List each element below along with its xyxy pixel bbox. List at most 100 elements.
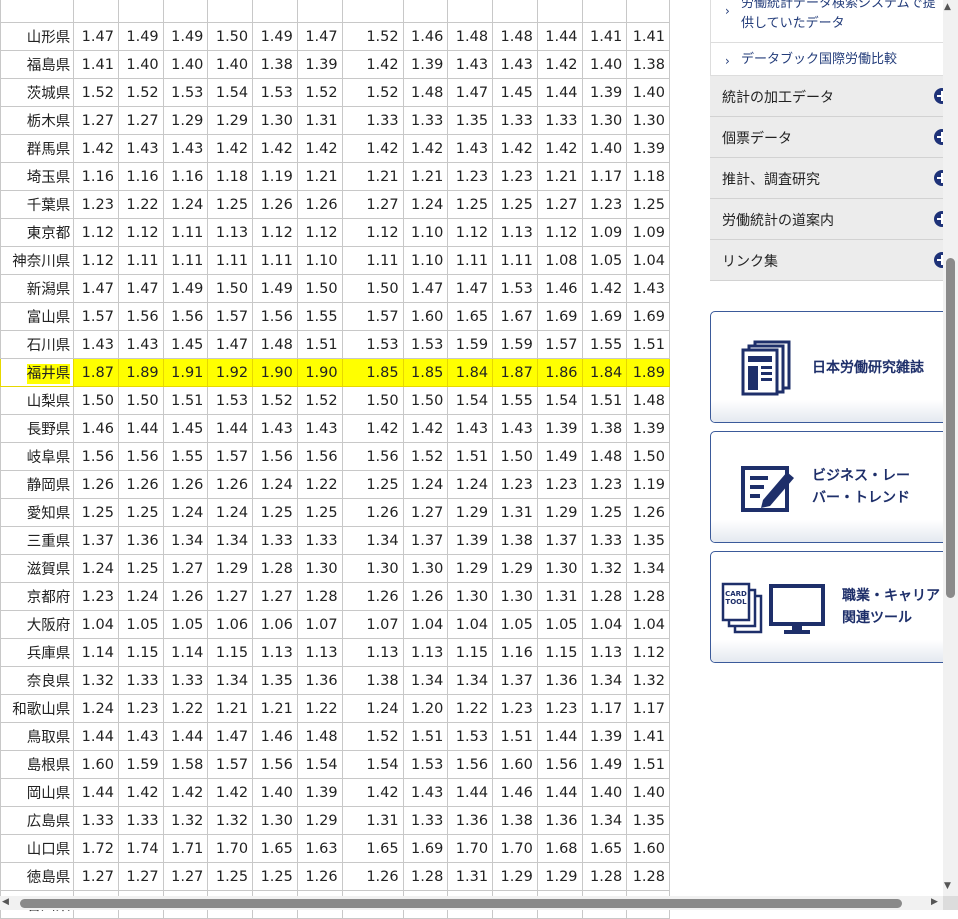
table-cell: 1.42 — [536, 50, 583, 79]
table-cell: 1.17 — [581, 694, 628, 723]
table-cell: 1.10 — [402, 218, 449, 247]
prefecture-name: 愛知県 — [26, 506, 71, 522]
table-cell: 1.89 — [117, 358, 164, 387]
menu-item-microdata[interactable]: 個票データ — [710, 117, 950, 158]
scroll-right-arrow-icon[interactable]: ▶ — [931, 897, 938, 907]
table-cell: 1.37 — [402, 526, 449, 555]
table-cell: 1.69 — [536, 302, 583, 331]
prefecture-name: 岐阜県 — [26, 450, 71, 466]
table-cell: 1.23 — [73, 190, 119, 219]
menu-item-stats-guide[interactable]: 労働統計の道案内 — [710, 199, 950, 240]
table-cell: 1.43 — [73, 330, 119, 359]
table-cell: 1.23 — [536, 470, 583, 499]
table-cell: 1.85 — [341, 358, 404, 387]
table-cell: 1.14 — [162, 638, 209, 667]
table-cell: 1.25 — [447, 190, 494, 219]
table-cell: 1.49 — [252, 274, 298, 303]
table-cell: 1.27 — [207, 582, 254, 611]
table-cell: 1.21 — [341, 162, 404, 191]
table-cell: 1.35 — [626, 526, 670, 555]
prefecture-name-cell: 滋賀県 — [0, 554, 75, 583]
table-cell: 1.24 — [207, 498, 254, 527]
table-cell: 1.52 — [252, 386, 298, 415]
table-cell: 1.30 — [492, 582, 538, 611]
table-cell: 1.38 — [341, 666, 404, 695]
table-cell: 1.53 — [207, 386, 254, 415]
prefecture-name: 山梨県 — [26, 394, 71, 410]
prefecture-name: 福井県 — [26, 364, 71, 384]
table-cell: 1.38 — [492, 526, 538, 555]
table-cell: 1.09 — [581, 218, 628, 247]
table-cell: 1.34 — [447, 666, 494, 695]
table-cell: 1.25 — [117, 498, 164, 527]
table-cell: 1.51 — [162, 386, 209, 415]
table-cell: 1.29 — [162, 106, 209, 135]
table-cell: 1.04 — [402, 610, 449, 639]
banner-japan-labor-journal[interactable]: 日本労働研究雑誌 — [710, 311, 950, 423]
scroll-left-arrow-icon[interactable]: ◀ — [2, 897, 9, 907]
table-cell: 1.31 — [341, 806, 404, 835]
menu-item-estimation-research[interactable]: 推計、調査研究 — [710, 158, 950, 199]
sublink-label[interactable]: データブック国際労働比較 — [725, 43, 938, 70]
scroll-up-arrow-icon[interactable]: ▲ — [944, 2, 951, 12]
table-cell: 1.48 — [581, 442, 628, 471]
sublink-label[interactable]: 労働統計データ検索システムで提供していたデータ — [725, 0, 938, 34]
prefecture-name-cell: 徳島県 — [0, 862, 75, 891]
table-cell: 1.40 — [207, 50, 254, 79]
prefecture-name-cell: 奈良県 — [0, 666, 75, 695]
table-cell: 1.48 — [626, 386, 670, 415]
table-cell: 1.51 — [581, 386, 628, 415]
table-cell: 1.23 — [492, 162, 538, 191]
sublink-databook-international[interactable]: › データブック国際労働比較 — [710, 43, 944, 76]
table-cell: 1.29 — [296, 806, 343, 835]
sublink-labor-stats-search-data[interactable]: › 労働統計データ検索システムで提供していたデータ — [710, 0, 944, 43]
table-row: 兵庫県 1.14 1.15 1.14 1.15 1.13 1.13 1.13 1.13 1.15 1… — [0, 638, 670, 667]
prefecture-name-cell: 群馬県 — [0, 134, 75, 163]
table-cell: 1.11 — [117, 246, 164, 275]
prefecture-name-cell: 島根県 — [0, 750, 75, 779]
table-row: 石川県 1.43 1.43 1.45 1.47 1.48 1.51 1.53 1.53 1.59 1… — [0, 330, 670, 359]
menu-item-processed-data[interactable]: 統計の加工データ — [710, 76, 950, 117]
table-cell: 1.27 — [162, 862, 209, 891]
table-cell: 1.54 — [207, 78, 254, 107]
table-cell: 1.26 — [341, 862, 404, 891]
table-cell: 1.42 — [296, 134, 343, 163]
table-cell: 1.43 — [117, 134, 164, 163]
prefecture-name: 三重県 — [26, 534, 71, 550]
banner-career-tools[interactable]: CARD TOOL 職業・キャリア 関連ツール — [710, 551, 950, 663]
table-cell: 1.43 — [117, 722, 164, 751]
table-cell: 1.33 — [341, 106, 404, 135]
table-cell: 1.20 — [402, 694, 449, 723]
table-cell: 1.31 — [447, 862, 494, 891]
table-cell: 1.15 — [117, 638, 164, 667]
banner-business-labor-trend[interactable]: ビジネス・レー バー・トレンド — [710, 431, 950, 543]
table-cell: 1.07 — [296, 610, 343, 639]
table-row: 神奈川県 1.12 1.11 1.11 1.11 1.11 1.10 1.11 1.10 1.11… — [0, 246, 670, 275]
table-cell: 1.24 — [252, 470, 298, 499]
menu-item-links[interactable]: リンク集 — [710, 240, 950, 281]
prefecture-name: 広島県 — [26, 814, 71, 830]
table-cell: 1.46 — [402, 22, 449, 51]
prefecture-name-cell: 栃木県 — [0, 106, 75, 135]
table-cell: 1.40 — [117, 50, 164, 79]
menu-item-label: 推計、調査研究 — [722, 172, 820, 188]
prefecture-name-cell: 岡山県 — [0, 778, 75, 807]
table-cell: 1.57 — [207, 750, 254, 779]
table-cell: 1.30 — [536, 554, 583, 583]
scroll-down-arrow-icon[interactable]: ▼ — [944, 881, 951, 891]
table-cell: 1.30 — [296, 554, 343, 583]
prefecture-name: 新潟県 — [26, 282, 71, 298]
horizontal-scrollbar-thumb[interactable] — [20, 899, 902, 908]
prefecture-name-cell: 石川県 — [0, 330, 75, 359]
pen-form-icon — [741, 466, 794, 512]
table-cell: 1.44 — [73, 722, 119, 751]
table-cell: 1.33 — [296, 526, 343, 555]
table-row: 鳥取県 1.44 1.43 1.44 1.47 1.46 1.48 1.52 1.51 1.53 1… — [0, 722, 670, 751]
table-cell: 1.50 — [492, 442, 538, 471]
table-cell: 1.12 — [117, 218, 164, 247]
table-cell: 1.25 — [296, 498, 343, 527]
table-cell: 1.16 — [117, 162, 164, 191]
table-cell: 1.29 — [492, 862, 538, 891]
vertical-scrollbar-thumb[interactable] — [946, 258, 955, 598]
table-row: 山形県 1.47 1.49 1.49 1.50 1.49 1.47 1.52 1.46 1.48 1… — [0, 22, 670, 51]
